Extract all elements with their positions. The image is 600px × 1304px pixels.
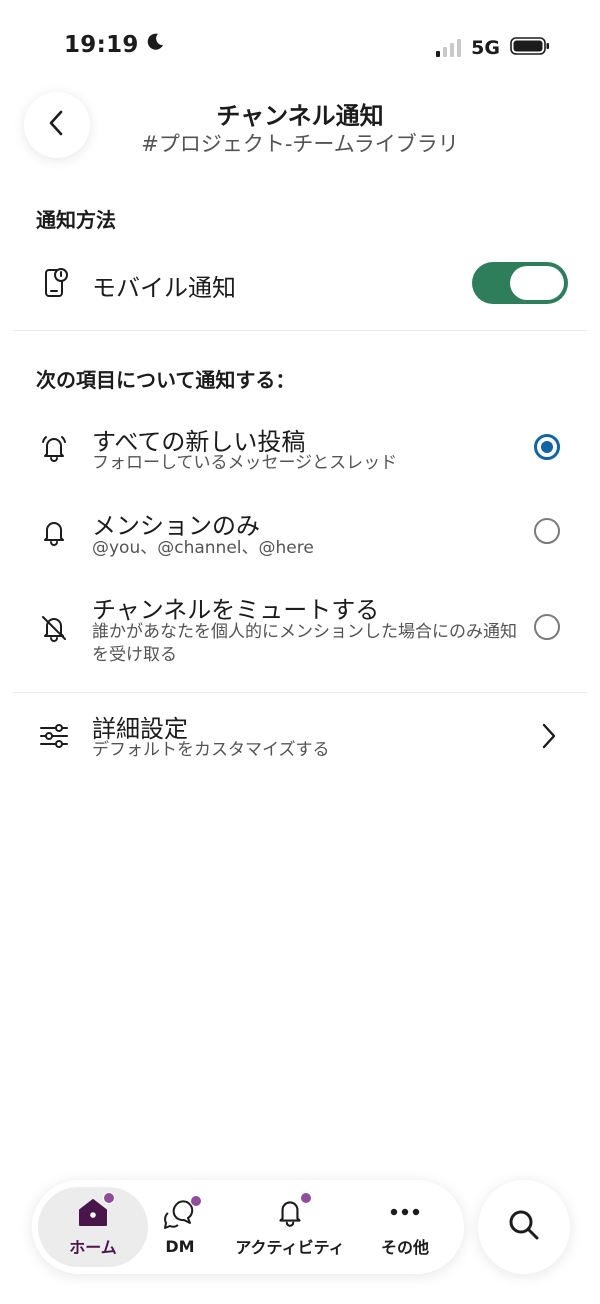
badge-dot — [190, 1194, 202, 1207]
badge-dot — [103, 1192, 115, 1204]
divider — [12, 330, 588, 331]
status-right: 5G — [436, 36, 550, 60]
badge-dot — [300, 1192, 312, 1204]
option-subtitle: @you、@channel、@here — [92, 538, 314, 558]
toggle-knob — [510, 266, 564, 300]
option-title: メンションのみ — [92, 512, 260, 540]
page-title: チャンネル通知 — [216, 102, 384, 130]
battery-icon — [510, 36, 550, 60]
method-heading: 通知方法 — [36, 208, 116, 232]
sliders-icon — [38, 720, 70, 752]
bell-off-icon — [38, 612, 70, 644]
search-icon — [506, 1207, 542, 1247]
bottom-nav: ホーム DM アクティビティ その他 — [32, 1180, 464, 1274]
notify-heading: 次の項目について通知する： — [36, 368, 296, 392]
status-time: 19:19 — [64, 32, 165, 58]
radio-mute-channel[interactable] — [534, 614, 560, 640]
nav-label: その他 — [380, 1238, 429, 1257]
signal-icon — [436, 39, 462, 57]
bell-icon — [272, 1192, 312, 1228]
mobile-notification-toggle[interactable] — [472, 262, 568, 304]
channel-name: #プロジェクト-チームライブラリ — [141, 132, 459, 156]
network-label: 5G — [471, 37, 500, 59]
status-time-text: 19:19 — [64, 32, 139, 58]
bell-icon — [38, 516, 70, 548]
nav-label: アクティビティ — [235, 1238, 345, 1257]
nav-label: DM — [165, 1236, 195, 1256]
radio-mentions-only[interactable] — [534, 518, 560, 544]
nav-dm[interactable]: DM — [150, 1180, 210, 1274]
dm-icon — [162, 1194, 202, 1231]
mobile-notification-label: モバイル通知 — [92, 274, 236, 302]
option-title: チャンネルをミュートする — [92, 596, 380, 624]
bell-ringing-icon — [38, 432, 70, 464]
radio-all-posts[interactable] — [534, 434, 560, 460]
nav-activity[interactable]: アクティビティ — [228, 1180, 352, 1274]
option-subtitle: フォローしているメッセージとスレッド — [92, 453, 398, 473]
advanced-subtitle: デフォルトをカスタマイズする — [92, 740, 330, 760]
option-subtitle: 誰かがあなたを個人的にメンションした場合にのみ通知を受け取る — [92, 622, 517, 665]
home-icon — [75, 1192, 115, 1228]
status-bar: 19:19 5G — [0, 0, 600, 96]
moon-icon — [145, 32, 165, 58]
chevron-right-icon — [540, 722, 558, 754]
mobile-notification-icon — [40, 267, 72, 299]
nav-label: ホーム — [69, 1238, 117, 1257]
nav-more[interactable]: その他 — [368, 1180, 442, 1274]
more-icon — [387, 1196, 423, 1228]
nav-home[interactable]: ホーム — [38, 1187, 148, 1267]
search-button[interactable] — [478, 1180, 570, 1274]
divider — [12, 692, 588, 693]
